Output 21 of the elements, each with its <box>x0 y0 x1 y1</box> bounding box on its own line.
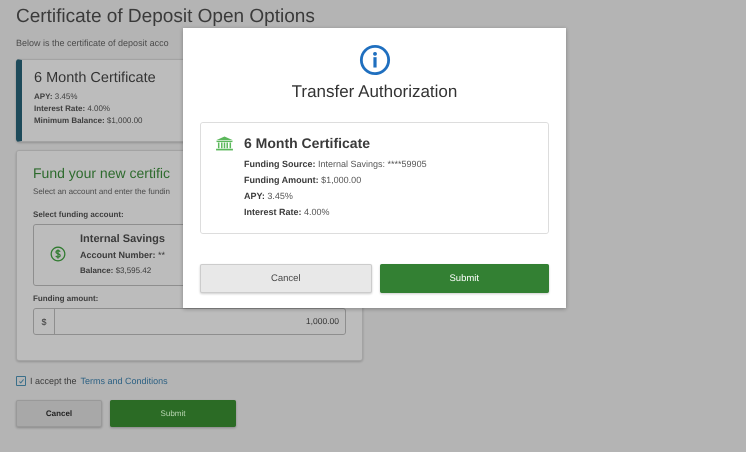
modal-title: Transfer Authorization <box>292 82 458 102</box>
terms-text: I accept the <box>30 376 77 386</box>
detail-line: APY: 3.45% <box>243 190 294 203</box>
detail-line: Funding Amount: $1,000.00 <box>243 174 362 187</box>
page-title: Certificate of Deposit Open Options <box>16 6 315 28</box>
certificate-name: 6 Month Certificate <box>34 70 156 86</box>
field-label: Select funding account: <box>33 210 124 219</box>
detail-line: Interest Rate: 4.00% <box>34 103 110 115</box>
detail-line: APY: 3.45% <box>34 91 78 103</box>
account-detail: Balance: $3,595.42 <box>80 265 152 277</box>
funding-heading: Fund your new certific <box>33 165 170 181</box>
account-detail: Account Number: ** <box>80 249 166 262</box>
field-label: Funding amount: <box>33 294 98 303</box>
detail-line: Funding Source: Internal Savings: ****59905 <box>243 158 428 171</box>
funding-instructions: Select an account and enter the fundin <box>33 187 170 196</box>
page-subtitle: Below is the certificate of deposit acco <box>16 38 169 48</box>
detail-line: Minimum Balance: $1,000.00 <box>34 115 142 127</box>
detail-line: Interest Rate: 4.00% <box>243 206 331 219</box>
certificate-name: 6 Month Certificate <box>244 135 370 151</box>
amount-value: 1,000.00 <box>304 315 340 328</box>
account-name: Internal Savings <box>80 233 166 245</box>
